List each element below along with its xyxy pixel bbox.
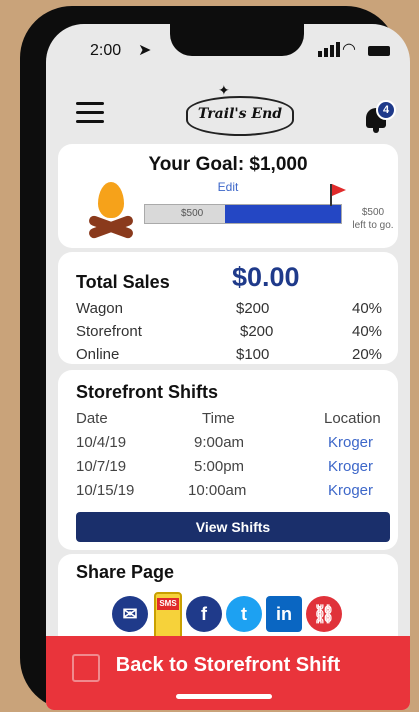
wifi-icon: ◠ [342,41,356,58]
status-time: 2:00 [90,42,122,59]
share-page-title: Share Page [76,562,175,582]
shift-location-link[interactable]: Kroger [328,434,373,451]
goal-progress-bar: $500 [144,204,342,224]
menu-icon[interactable] [76,102,104,129]
email-icon[interactable]: ✉ [112,596,148,632]
shift-row: 10/15/19 10:00am Kroger [76,482,396,504]
linkedin-icon[interactable]: in [266,596,302,632]
facebook-glyph: f [201,604,207,624]
facebook-icon[interactable]: f [186,596,222,632]
share-icons: ✉ SMS f t in ⛓ [112,592,402,640]
left-to-go-label: left to go. [352,220,394,231]
shift-row: 10/7/19 5:00pm Kroger [76,458,396,480]
phone-notch [170,24,304,56]
signal-icon [318,39,340,57]
shift-location-link[interactable]: Kroger [328,458,373,475]
bell-clapper [373,128,379,133]
goal-title: Your Goal: $1,000 [148,154,308,175]
notification-badge: 4 [376,100,396,120]
home-indicator [176,694,272,699]
linkedin-glyph: in [276,604,292,624]
sales-row: Wagon $200 40% [76,300,386,322]
twitter-icon[interactable]: t [226,596,262,632]
sales-percent: 40% [352,323,383,340]
sales-amount: $200 [236,300,270,317]
shift-date: 10/7/19 [76,458,127,475]
shifts-header-row: Date Time Location [76,410,396,432]
total-sales-title: Total Sales [76,272,170,292]
notification-button[interactable]: 4 [364,100,396,136]
sales-channel: Wagon [76,300,123,317]
shift-time: 9:00am [194,434,245,451]
progress-fill [225,205,341,223]
total-sales-amount: $0.00 [232,262,300,292]
sales-row: Storefront $200 40% [76,323,386,345]
storefront-shifts-card: Storefront Shifts Date Time Location 10/… [58,370,398,550]
goal-card: Your Goal: $1,000 Edit $500 $500 left to… [58,144,398,248]
campfire-icon [86,182,136,240]
sms-label: SMS [157,598,179,610]
twitter-glyph: t [241,604,247,624]
left-to-go-amount: $500 [361,207,385,218]
sales-channel: Online [76,346,120,363]
link-icon[interactable]: ⛓ [306,596,342,632]
column-header-location: Location [324,410,381,427]
progress-label: $500 [181,208,204,219]
battery-icon [368,46,390,56]
app-screen: 2:00 ➤ ◠ ✦ Trail's End 4 Your Goal: $1,0… [46,24,410,710]
sales-percent: 20% [352,346,383,363]
shift-time: 10:00am [188,482,247,499]
shift-location-link[interactable]: Kroger [328,482,373,499]
left-to-go-text: $500 left to go. [348,206,398,232]
logo-text: Trail's End [197,106,283,122]
column-header-time: Time [202,410,235,427]
cta-label: Back to Storefront Shift [115,654,341,676]
back-to-storefront-shift-button[interactable]: Back to Storefront Shift [46,636,410,710]
sms-icon[interactable]: SMS [154,592,182,640]
column-header-date: Date [76,410,108,427]
shift-date: 10/15/19 [76,482,135,499]
phone-frame: 2:00 ➤ ◠ ✦ Trail's End 4 Your Goal: $1,0… [20,6,410,710]
shifts-title: Storefront Shifts [76,382,218,402]
location-arrow-icon: ➤ [138,42,152,59]
shift-row: 10/4/19 9:00am Kroger [76,434,396,456]
app-logo: Trail's End [186,96,294,136]
sales-percent: 40% [352,300,383,317]
total-sales-card: Total Sales $0.00 Wagon $200 40% Storefr… [58,252,398,364]
sales-channel: Storefront [76,323,142,340]
sales-row: Online $100 20% [76,346,386,368]
sales-amount: $200 [240,323,274,340]
shift-time: 5:00pm [194,458,245,475]
view-shifts-button[interactable]: View Shifts [76,512,390,542]
shift-date: 10/4/19 [76,434,127,451]
sales-amount: $100 [236,346,270,363]
app-header: ✦ Trail's End 4 [46,72,410,146]
